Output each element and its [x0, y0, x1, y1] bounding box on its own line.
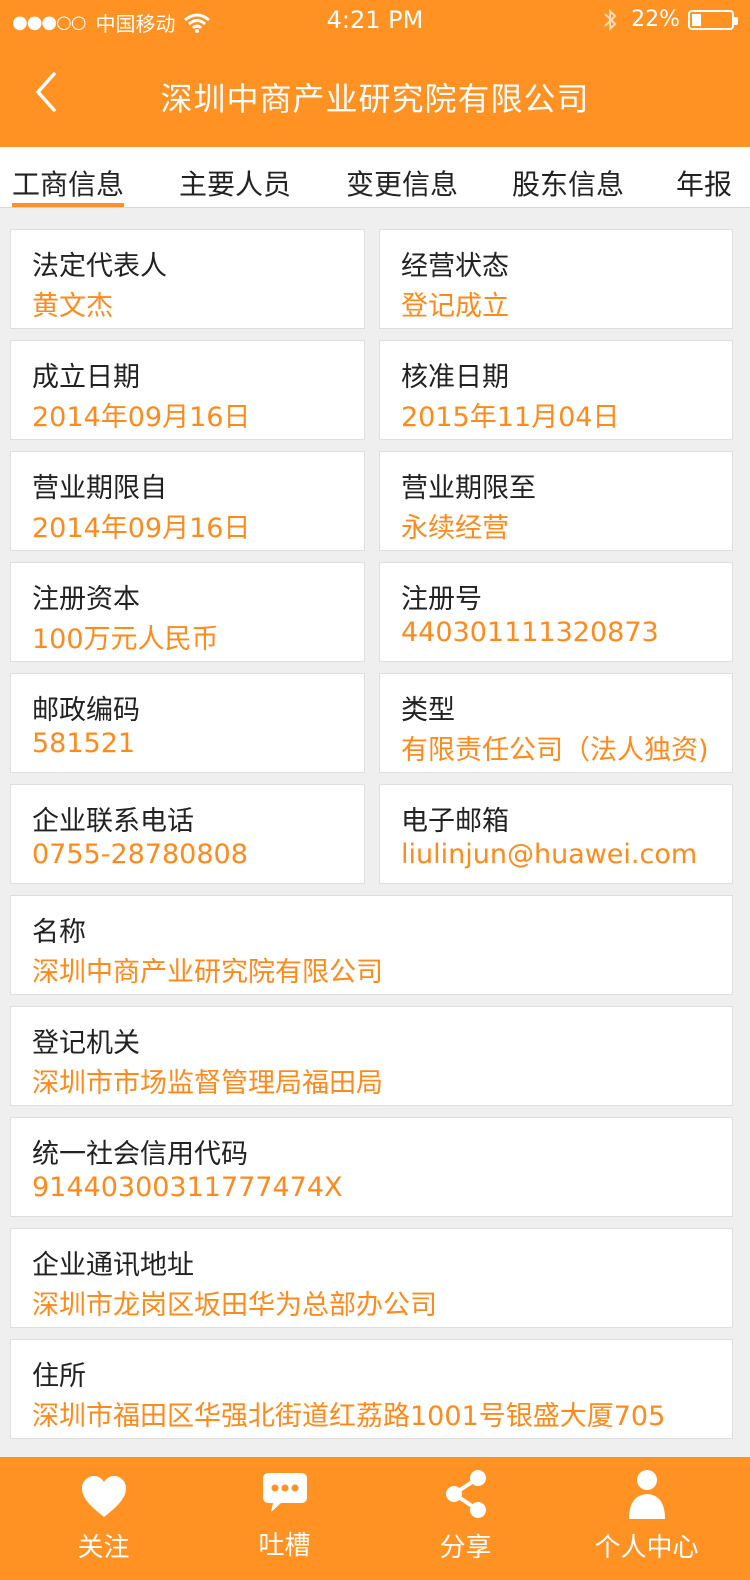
field-value: 登记成立 — [401, 291, 509, 322]
field-label: 法定代表人 — [32, 251, 167, 282]
field-label: 名称 — [32, 917, 86, 948]
field-value: 2014年09月16日 — [32, 513, 251, 544]
field-card-founded-date: 成立日期 2014年09月16日 — [10, 340, 365, 440]
field-label: 成立日期 — [32, 362, 140, 393]
field-card-phone: 企业联系电话 0755-28780808 — [10, 784, 365, 884]
nav-label: 吐槽 — [258, 1531, 311, 1561]
battery-percent: 22% — [631, 7, 680, 32]
field-card-email: 电子邮箱 liulinjun@huawei.com — [379, 784, 733, 884]
field-value: 深圳市市场监督管理局福田局 — [32, 1068, 383, 1099]
nav-label: 分享 — [439, 1533, 492, 1563]
status-right: 22% — [603, 7, 738, 32]
nav-follow[interactable]: 关注 — [10, 1457, 197, 1580]
nav-label: 个人中心 — [594, 1533, 699, 1563]
tab-key-personnel[interactable]: 主要人员 — [179, 163, 291, 207]
field-value: 深圳市福田区华强北街道红荔路1001号银盛大厦705 — [32, 1401, 666, 1432]
field-card-legal-rep: 法定代表人 黄文杰 — [10, 229, 365, 329]
field-label: 经营状态 — [401, 251, 509, 282]
field-label: 登记机关 — [32, 1028, 140, 1059]
field-label: 注册资本 — [32, 584, 140, 615]
tab-shareholder-info[interactable]: 股东信息 — [512, 163, 624, 207]
field-label: 邮政编码 — [32, 695, 140, 726]
field-label: 核准日期 — [401, 362, 509, 393]
heart-icon — [81, 1476, 126, 1517]
tab-bar: 工商信息 主要人员 变更信息 股东信息 年报 — [0, 147, 750, 208]
nav-label: 关注 — [77, 1533, 130, 1563]
tab-annual-report[interactable]: 年报 — [676, 163, 732, 207]
nav-share[interactable]: 分享 — [372, 1457, 559, 1580]
field-card-status: 经营状态 登记成立 — [379, 229, 733, 329]
field-card-name: 名称 深圳中商产业研究院有限公司 — [10, 895, 733, 995]
tab-business-info[interactable]: 工商信息 — [12, 163, 125, 207]
field-value: 黄文杰 — [32, 291, 113, 322]
field-value: 2014年09月16日 — [32, 402, 251, 433]
field-card-mailing-address: 企业通讯地址 深圳市龙岗区坂田华为总部办公司 — [10, 1228, 733, 1328]
bluetooth-icon — [604, 8, 617, 31]
chat-bubble-icon — [262, 1473, 307, 1512]
field-label: 注册号 — [401, 584, 482, 615]
field-label: 企业通讯地址 — [32, 1250, 194, 1281]
field-card-registration-no: 注册号 440301111320873 — [379, 562, 733, 662]
person-icon — [628, 1470, 665, 1519]
field-value: 440301111320873 — [401, 617, 659, 648]
bottom-nav: 关注 吐槽 分享 个人中心 — [0, 1457, 750, 1580]
nav-feedback[interactable]: 吐槽 — [191, 1457, 378, 1580]
app-header: ●●●○○ 中国移动 4:21 PM 22% 深圳中商产业研究院有限公司 — [0, 0, 750, 147]
field-label: 住所 — [32, 1361, 86, 1392]
field-value: 91440300311777474X — [32, 1172, 343, 1203]
field-card-approval-date: 核准日期 2015年11月04日 — [379, 340, 733, 440]
field-value[interactable]: liulinjun@huawei.com — [401, 839, 697, 870]
field-card-registration-authority: 登记机关 深圳市市场监督管理局福田局 — [10, 1006, 733, 1106]
field-card-domicile: 住所 深圳市福田区华强北街道红荔路1001号银盛大厦705 — [10, 1339, 733, 1439]
field-card-registered-capital: 注册资本 100万元人民币 — [10, 562, 365, 662]
field-value: 深圳中商产业研究院有限公司 — [32, 957, 383, 988]
field-label: 电子邮箱 — [401, 806, 509, 837]
field-label: 营业期限至 — [401, 473, 536, 504]
battery-fill — [692, 13, 701, 26]
share-icon — [445, 1470, 486, 1518]
field-value[interactable]: 0755-28780808 — [32, 839, 248, 870]
nav-profile[interactable]: 个人中心 — [553, 1457, 740, 1580]
field-value: 2015年11月04日 — [401, 402, 620, 433]
field-label: 统一社会信用代码 — [32, 1139, 248, 1170]
field-value: 581521 — [32, 728, 136, 759]
field-card-term-from: 营业期限自 2014年09月16日 — [10, 451, 365, 551]
field-card-term-to: 营业期限至 永续经营 — [379, 451, 733, 551]
field-value: 有限责任公司（法人独资) — [401, 735, 709, 766]
field-label: 类型 — [401, 695, 455, 726]
field-card-postal-code: 邮政编码 581521 — [10, 673, 365, 773]
field-card-credit-code: 统一社会信用代码 91440300311777474X — [10, 1117, 733, 1217]
field-value: 永续经营 — [401, 513, 509, 544]
tab-change-info[interactable]: 变更信息 — [346, 163, 458, 207]
field-value: 深圳市龙岗区坂田华为总部办公司 — [32, 1290, 437, 1321]
status-bar: ●●●○○ 中国移动 4:21 PM 22% — [0, 0, 750, 40]
field-label: 企业联系电话 — [32, 806, 194, 837]
battery-icon — [688, 9, 738, 30]
field-label: 营业期限自 — [32, 473, 167, 504]
page-title: 深圳中商产业研究院有限公司 — [160, 80, 590, 118]
field-value: 100万元人民币 — [32, 624, 219, 655]
field-card-company-type: 类型 有限责任公司（法人独资) — [379, 673, 733, 773]
